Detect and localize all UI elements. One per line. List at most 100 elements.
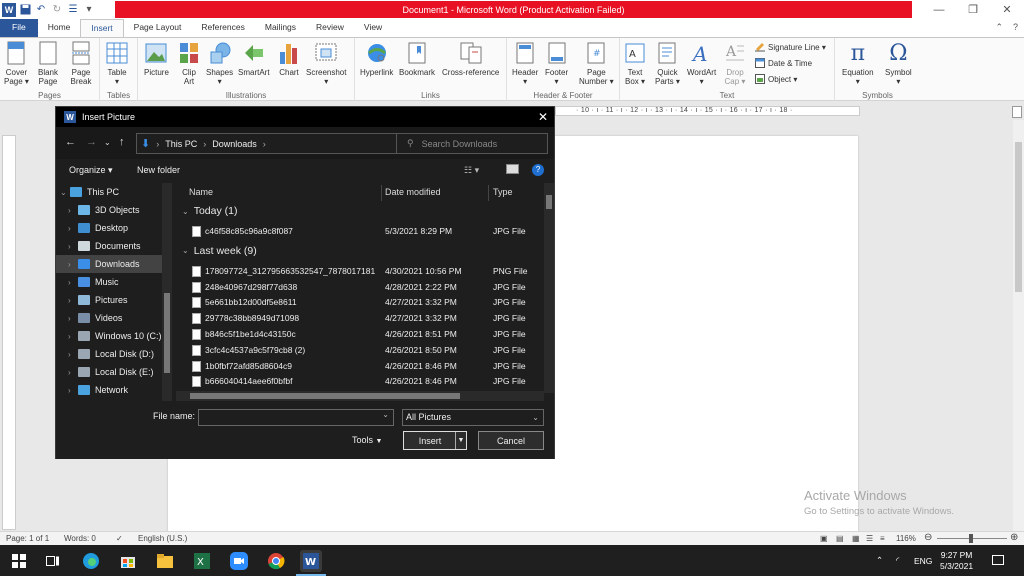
date-time-button[interactable]: Date & Time xyxy=(755,58,812,68)
tree-expand-icon[interactable]: › xyxy=(68,260,78,269)
new-folder-button[interactable]: New folder xyxy=(137,165,180,175)
tab-mailings[interactable]: Mailings xyxy=(255,19,306,37)
full-screen-icon[interactable]: ▤ xyxy=(836,534,844,543)
back-icon[interactable]: ← xyxy=(65,136,76,148)
breadcrumb-this-pc[interactable]: This PC xyxy=(165,139,197,149)
save-icon[interactable] xyxy=(18,3,32,17)
tab-view[interactable]: View xyxy=(354,19,392,37)
column-type[interactable]: Type xyxy=(493,183,513,201)
restore-button[interactable]: ❐ xyxy=(956,0,990,19)
outline-icon[interactable]: ☰ xyxy=(866,534,873,543)
tools-button[interactable]: Tools ▼ xyxy=(352,435,382,445)
print-layout-icon[interactable]: ▣ xyxy=(820,534,828,543)
tree-expanded-icon[interactable]: ⌄ xyxy=(60,188,70,197)
column-name[interactable]: Name xyxy=(189,183,213,201)
file-row[interactable]: 3cfc4c4537a9c5f79cb8 (2) 4/26/2021 8:50 P… xyxy=(176,342,546,358)
notifications-icon[interactable] xyxy=(992,545,1004,576)
picture-button[interactable]: Picture xyxy=(144,40,169,77)
header-button[interactable]: Header ▾ xyxy=(512,40,538,86)
chrome-icon[interactable] xyxy=(265,550,287,572)
tree-expand-icon[interactable]: › xyxy=(68,242,78,251)
wordart-button[interactable]: A WordArt ▾ xyxy=(687,40,716,86)
file-list-scroll-thumb[interactable] xyxy=(546,195,552,209)
navigation-pane-scroll-thumb[interactable] xyxy=(164,293,170,373)
file-list-vertical-scrollbar[interactable] xyxy=(544,183,554,393)
file-type-select[interactable]: All Pictures ⌄ xyxy=(402,409,544,426)
file-row[interactable]: 248e40967d298f77d638 4/28/2021 2:22 PM JPG… xyxy=(176,279,546,295)
insert-dropdown-icon[interactable]: ▼ xyxy=(455,432,466,449)
tab-home[interactable]: Home xyxy=(38,19,81,37)
up-icon[interactable]: ↑ xyxy=(119,136,125,148)
zoom-slider-knob[interactable] xyxy=(969,534,973,543)
help-icon[interactable]: ? xyxy=(1013,22,1018,33)
tab-references[interactable]: References xyxy=(191,19,254,37)
group-collapse-icon[interactable]: ⌄ xyxy=(182,207,189,216)
dialog-close-icon[interactable]: ✕ xyxy=(538,110,548,124)
tree-item[interactable]: › Desktop xyxy=(56,219,168,237)
zoom-level[interactable]: 116% xyxy=(896,534,916,543)
tree-item[interactable]: › Network xyxy=(56,381,168,399)
document-scrollbar[interactable] xyxy=(1013,120,1024,532)
word-taskbar-icon[interactable]: W xyxy=(300,550,322,572)
tree-item[interactable]: › Music xyxy=(56,273,168,291)
file-name-input[interactable]: ⌄ xyxy=(198,409,394,426)
signature-line-button[interactable]: Signature Line ▾ xyxy=(755,42,826,52)
tree-expand-icon[interactable]: › xyxy=(68,386,78,395)
ruler-toggle[interactable] xyxy=(1012,106,1022,118)
recent-locations-icon[interactable]: ⌄ xyxy=(104,138,111,147)
vertical-ruler[interactable] xyxy=(2,135,16,530)
clip-art-button[interactable]: Clip Art xyxy=(178,40,200,86)
excel-icon[interactable]: X xyxy=(191,550,213,572)
quick-parts-button[interactable]: Quick Parts ▾ xyxy=(655,40,680,86)
navigation-pane-scrollbar[interactable] xyxy=(162,183,172,401)
tree-expand-icon[interactable]: › xyxy=(68,350,78,359)
column-date-modified[interactable]: Date modified xyxy=(385,183,441,201)
forward-icon[interactable]: → xyxy=(86,136,97,148)
tab-file[interactable]: File xyxy=(0,19,38,37)
column-separator[interactable] xyxy=(488,185,489,201)
tree-item[interactable]: › Local Disk (E:) xyxy=(56,363,168,381)
cover-page-button[interactable]: Cover Page ▾ xyxy=(4,40,29,86)
page-count[interactable]: Page: 1 of 1 xyxy=(6,534,49,543)
tree-item[interactable]: › Local Disk (D:) xyxy=(56,345,168,363)
tree-expand-icon[interactable]: › xyxy=(68,278,78,287)
tab-review[interactable]: Review xyxy=(306,19,354,37)
bullets-icon[interactable]: ☰ xyxy=(66,3,80,17)
file-row[interactable]: 1b0fbf72afd85d8604c9 4/26/2021 8:46 PM JPG… xyxy=(176,358,546,374)
zoom-in-icon[interactable]: ⊕ xyxy=(1010,532,1018,543)
group-collapse-icon[interactable]: ⌄ xyxy=(182,246,189,255)
tab-page-layout[interactable]: Page Layout xyxy=(124,19,192,37)
symbol-button[interactable]: Ω Symbol ▾ xyxy=(885,40,912,86)
tree-item[interactable]: › Videos xyxy=(56,309,168,327)
tree-expand-icon[interactable]: › xyxy=(68,314,78,323)
object-button[interactable]: Object ▾ xyxy=(755,74,797,84)
file-group-header[interactable]: ⌄ Last week (9) xyxy=(182,245,257,257)
cross-reference-button[interactable]: Cross-reference xyxy=(442,40,499,77)
store-icon[interactable] xyxy=(117,550,139,572)
page-break-button[interactable]: Page Break xyxy=(70,40,92,86)
tree-item[interactable]: › Windows 10 (C:) xyxy=(56,327,168,345)
clock[interactable]: 9:27 PM 5/3/2021 xyxy=(940,545,973,576)
undo-icon[interactable]: ↶ xyxy=(34,3,48,17)
wifi-icon[interactable]: ◜ xyxy=(896,545,899,576)
file-row[interactable]: b846c5f1be1d4c43150c 4/26/2021 8:51 PM JPG… xyxy=(176,326,546,342)
tree-expand-icon[interactable]: › xyxy=(68,332,78,341)
file-row[interactable]: b666040414aee6f0bfbf 4/26/2021 8:46 PM JPG… xyxy=(176,373,546,389)
tree-item[interactable]: › Downloads xyxy=(56,255,168,273)
hyperlink-button[interactable]: Hyperlink xyxy=(360,40,393,77)
file-row[interactable]: 178097724_312795663532547_7878017181... 4… xyxy=(176,263,546,279)
table-button[interactable]: Table ▾ xyxy=(106,40,128,86)
file-explorer-icon[interactable] xyxy=(154,550,176,572)
tree-expand-icon[interactable]: › xyxy=(68,206,78,215)
tree-expand-icon[interactable]: › xyxy=(68,224,78,233)
task-view-icon[interactable] xyxy=(42,550,64,572)
file-row[interactable]: 29778c38bb8949d71098 4/27/2021 3:32 PM JPG… xyxy=(176,310,546,326)
shapes-button[interactable]: Shapes ▾ xyxy=(206,40,233,86)
zoom-app-icon[interactable] xyxy=(228,550,250,572)
tree-item[interactable]: ⌄ This PC xyxy=(56,183,168,201)
tree-expand-icon[interactable]: › xyxy=(68,368,78,377)
web-layout-icon[interactable]: ▦ xyxy=(852,534,860,543)
edge-icon[interactable] xyxy=(80,550,102,572)
file-row[interactable]: c46f58c85c96a9c8f087 5/3/2021 8:29 PM JPG … xyxy=(176,223,546,239)
insert-button[interactable]: Insert ▼ xyxy=(403,431,467,450)
